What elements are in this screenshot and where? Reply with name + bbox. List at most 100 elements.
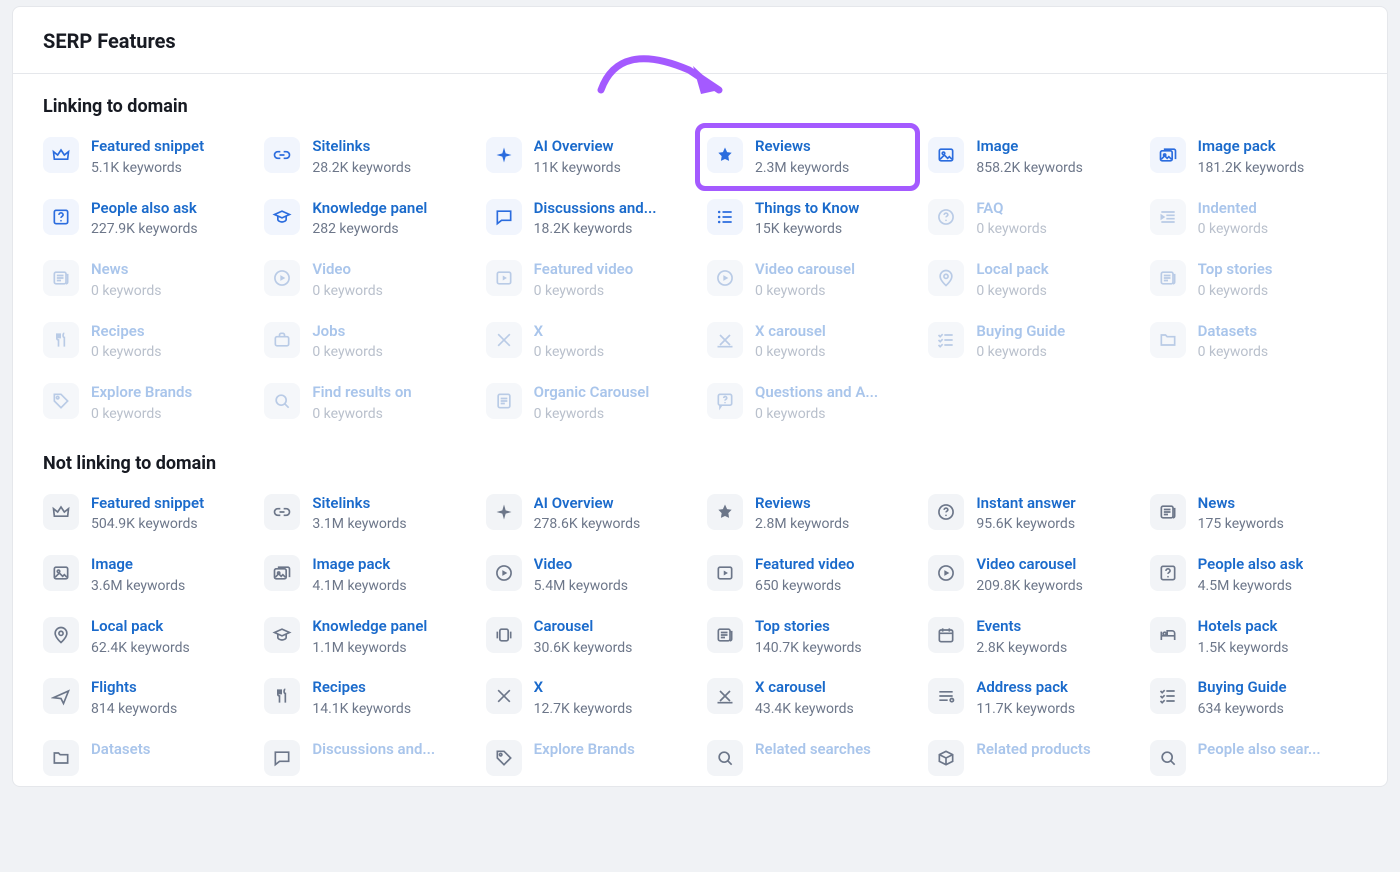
play-icon [707,260,743,296]
serp-feature-notlinking-ai-overview[interactable]: AI Overview 278.6K keywords [486,492,693,536]
address-icon [928,678,964,714]
tile-title: News [91,260,162,279]
serp-feature-notlinking-explore-brands[interactable]: Explore Brands [486,738,693,778]
serp-feature-notlinking-buying-guide[interactable]: Buying Guide634 keywords [1150,676,1357,720]
tile-subtitle: 5.4M keywords [534,578,628,595]
serp-feature-notlinking-featured-snippet[interactable]: Featured snippet 504.9K keywords [43,492,250,536]
tile-title: Related searches [755,740,871,759]
tile-title: Image [91,555,185,574]
serp-feature-notlinking-people-also-ask[interactable]: People also ask 4.5M keywords [1150,553,1357,597]
serp-feature-notlinking-top-stories[interactable]: Top stories140.7K keywords [707,615,914,659]
serp-feature-notlinking-recipes[interactable]: Recipes14.1K keywords [264,676,471,720]
serp-feature-notlinking-video-carousel[interactable]: Video carousel209.8K keywords [928,553,1135,597]
tile-subtitle: 0 keywords [91,283,162,300]
question-circle-icon [928,494,964,530]
serp-feature-linking-reviews[interactable]: Reviews2.3M keywords [707,135,914,179]
tile-title: AI Overview [534,494,641,513]
serp-feature-notlinking-datasets[interactable]: Datasets [43,738,250,778]
tile-title: Discussions and... [534,199,657,218]
tile-subtitle: 4.5M keywords [1198,578,1304,595]
qa-icon [707,383,743,419]
serp-feature-linking-featured-snippet[interactable]: Featured snippet5.1K keywords [43,135,250,179]
tile-subtitle: 43.4K keywords [755,701,854,718]
sparkle-icon [486,137,522,173]
serp-feature-linking-explore-brands: Explore Brands0 keywords [43,381,250,425]
serp-feature-linking-things-to-know[interactable]: Things to Know15K keywords [707,197,914,241]
serp-feature-notlinking-image[interactable]: Image3.6M keywords [43,553,250,597]
tile-subtitle: 814 keywords [91,701,177,718]
indent-icon [1150,199,1186,235]
serp-feature-notlinking-x-carousel[interactable]: X carousel43.4K keywords [707,676,914,720]
x-icon [486,678,522,714]
tile-subtitle: 0 keywords [1198,283,1273,300]
serp-feature-linking-image[interactable]: Image858.2K keywords [928,135,1135,179]
news-icon [707,617,743,653]
serp-feature-linking-discussions-and[interactable]: Discussions and...18.2K keywords [486,197,693,241]
tile-title: Local pack [91,617,190,636]
serp-feature-notlinking-knowledge-panel[interactable]: Knowledge panel1.1M keywords [264,615,471,659]
serp-feature-linking-knowledge-panel[interactable]: Knowledge panel282 keywords [264,197,471,241]
tile-title: Find results on [312,383,411,402]
tile-subtitle: 11K keywords [534,160,621,177]
serp-feature-notlinking-x[interactable]: X12.7K keywords [486,676,693,720]
serp-feature-linking-news: News 0 keywords [43,258,250,302]
question-circle-icon [928,199,964,235]
image-icon [43,555,79,591]
serp-feature-notlinking-discussions-and[interactable]: Discussions and... [264,738,471,778]
serp-feature-linking-image-pack[interactable]: Image pack181.2K keywords [1150,135,1357,179]
tile-title: AI Overview [534,137,621,156]
play-icon [264,260,300,296]
crown-icon [43,137,79,173]
tile-title: Top stories [755,617,862,636]
serp-feature-linking-sitelinks[interactable]: Sitelinks28.2K keywords [264,135,471,179]
serp-feature-notlinking-news[interactable]: News175 keywords [1150,492,1357,536]
tile-subtitle: 95.6K keywords [976,516,1075,533]
serp-features-card: SERP Features Linking to domain Featured… [12,6,1388,787]
serp-feature-notlinking-featured-video[interactable]: Featured video650 keywords [707,553,914,597]
tile-subtitle: 3.1M keywords [312,516,406,533]
serp-feature-notlinking-carousel[interactable]: Carousel30.6K keywords [486,615,693,659]
tile-subtitle: 209.8K keywords [976,578,1083,595]
chat-icon [486,199,522,235]
link-icon [264,494,300,530]
tile-title: Reviews [755,137,849,156]
tile-title: People also ask [1198,555,1304,574]
tile-title: Jobs [312,322,383,341]
tile-title: Flights [91,678,177,697]
image-pack-icon [1150,137,1186,173]
serp-feature-notlinking-flights[interactable]: Flights 814 keywords [43,676,250,720]
tile-subtitle: 0 keywords [976,344,1065,361]
serp-feature-notlinking-people-also-sear[interactable]: People also sear... [1150,738,1357,778]
serp-feature-notlinking-address-pack[interactable]: Address pack11.7K keywords [928,676,1135,720]
serp-feature-notlinking-sitelinks[interactable]: Sitelinks3.1M keywords [264,492,471,536]
serp-feature-notlinking-reviews[interactable]: Reviews2.8M keywords [707,492,914,536]
tile-title: Featured video [755,555,855,574]
serp-feature-linking-video: Video0 keywords [264,258,471,302]
tile-title: Featured snippet [91,494,204,513]
serp-feature-notlinking-video[interactable]: Video5.4M keywords [486,553,693,597]
serp-feature-notlinking-local-pack[interactable]: Local pack62.4K keywords [43,615,250,659]
serp-feature-notlinking-image-pack[interactable]: Image pack4.1M keywords [264,553,471,597]
tile-title: FAQ [976,199,1047,218]
section-title-notlinking: Not linking to domain [43,453,1357,474]
tile-subtitle: 2.8M keywords [755,516,849,533]
serp-feature-linking-people-also-ask[interactable]: People also ask227.9K keywords [43,197,250,241]
tile-title: Buying Guide [1198,678,1287,697]
tile-subtitle: 504.9K keywords [91,516,204,533]
serp-feature-notlinking-instant-answer[interactable]: Instant answer95.6K keywords [928,492,1135,536]
serp-feature-linking-ai-overview[interactable]: AI Overview 11K keywords [486,135,693,179]
x-carousel-icon [707,678,743,714]
serp-feature-notlinking-events[interactable]: Events2.8K keywords [928,615,1135,659]
folder-icon [1150,322,1186,358]
section-title-linking: Linking to domain [43,96,1357,117]
tile-subtitle: 278.6K keywords [534,516,641,533]
plane-icon [43,678,79,714]
serp-feature-notlinking-related-products[interactable]: Related products [928,738,1135,778]
tile-title: Video [312,260,383,279]
serp-feature-linking-indented: Indented0 keywords [1150,197,1357,241]
serp-feature-notlinking-related-searches[interactable]: Related searches [707,738,914,778]
serp-feature-linking-questions-and-a: Questions and A...0 keywords [707,381,914,425]
tile-title: Top stories [1198,260,1273,279]
serp-feature-notlinking-hotels-pack[interactable]: Hotels pack1.5K keywords [1150,615,1357,659]
grid-linking: Featured snippet5.1K keywords Sitelinks28… [43,135,1357,425]
